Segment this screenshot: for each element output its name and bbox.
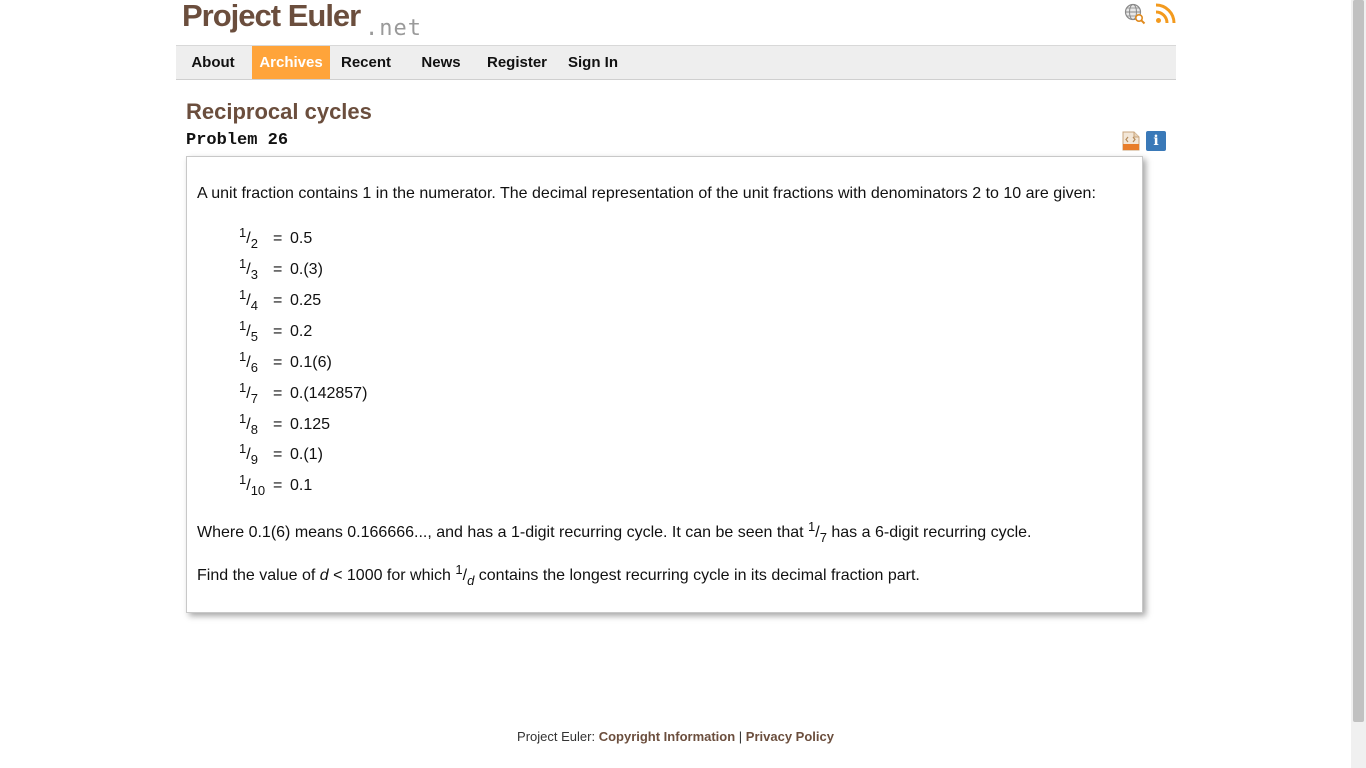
fraction-row: 1/2 = 0.5 [239, 225, 313, 251]
main-nav: About Archives Recent News Register Sign… [176, 45, 1176, 80]
fraction-row: 1/8 = 0.125 [239, 411, 331, 437]
nav-recent[interactable]: Recent [335, 46, 397, 79]
nav-archives[interactable]: Archives [252, 46, 330, 79]
fraction-row: 1/6 = 0.1(6) [239, 349, 332, 375]
copyright-link[interactable]: Copyright Information [599, 729, 736, 744]
search-globe-icon[interactable] [1124, 3, 1146, 25]
scrollbar-thumb[interactable] [1353, 0, 1364, 722]
header-icons [1124, 3, 1176, 25]
fraction-row: 1/4 = 0.25 [239, 287, 322, 313]
nav-sign-in[interactable]: Sign In [564, 46, 622, 79]
explanation-paragraph: Where 0.1(6) means 0.166666..., and has … [197, 519, 1032, 545]
problem-title: Reciprocal cycles [186, 99, 372, 124]
problem-content: A unit fraction contains 1 in the numera… [186, 156, 1143, 613]
intro-paragraph: A unit fraction contains 1 in the numera… [197, 185, 1096, 202]
fraction-row: 1/10 = 0.1 [239, 472, 313, 498]
nav-news[interactable]: News [414, 46, 468, 79]
rss-feed-icon[interactable] [1154, 3, 1176, 25]
fraction-row: 1/5 = 0.2 [239, 318, 313, 344]
fraction-row: 1/3 = 0.(3) [239, 256, 323, 282]
problem-number: Problem 26 [186, 131, 289, 150]
fraction-row: 1/9 = 0.(1) [239, 441, 323, 467]
info-icon[interactable]: i [1146, 131, 1166, 151]
logo-text: Project Euler [182, 0, 361, 33]
problem-tools: i [1122, 131, 1166, 151]
question-paragraph: Find the value of d < 1000 for which 1/d… [197, 562, 920, 588]
nav-register[interactable]: Register [482, 46, 552, 79]
footer: Project Euler: Copyright Information | P… [517, 729, 834, 744]
vertical-scrollbar[interactable] [1351, 0, 1366, 768]
logo-net-text: .net [365, 16, 422, 41]
privacy-policy-link[interactable]: Privacy Policy [746, 729, 834, 744]
fraction-row: 1/7 = 0.(142857) [239, 380, 368, 406]
html-file-icon[interactable] [1122, 131, 1140, 151]
nav-about[interactable]: About [185, 46, 241, 79]
